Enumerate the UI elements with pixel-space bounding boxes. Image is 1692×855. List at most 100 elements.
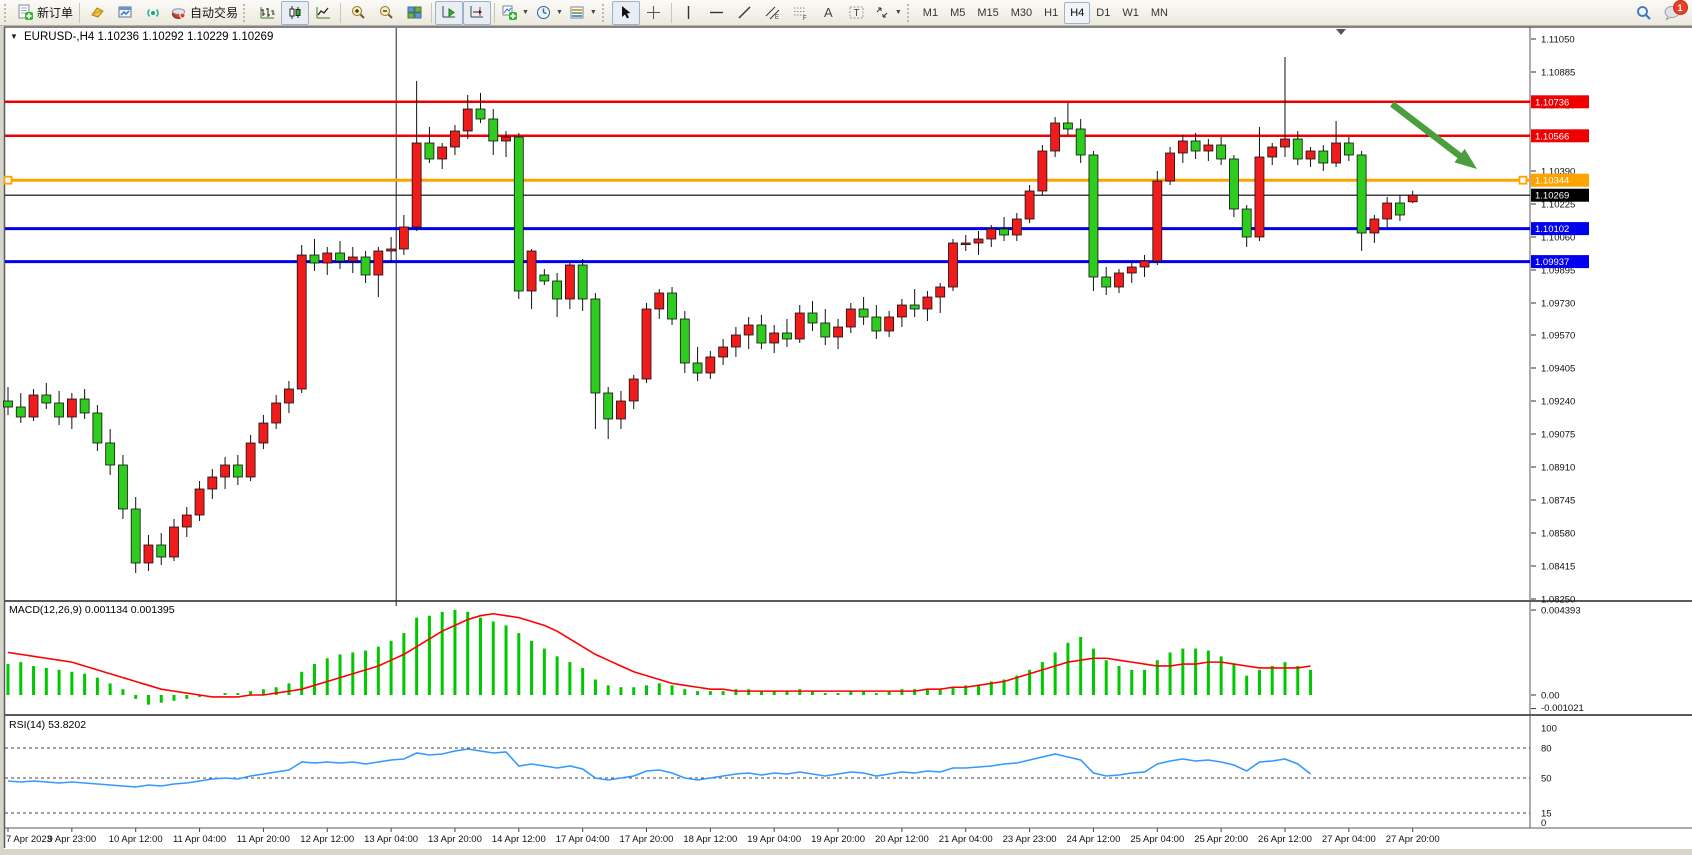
text-label-tool-button[interactable]: T [843, 1, 871, 25]
toolbar-drag-handle[interactable] [602, 4, 609, 22]
bar-chart-mode-button[interactable] [253, 1, 281, 25]
price-tick-label: 1.08250 [1541, 595, 1575, 606]
candle-body [489, 119, 498, 141]
x-axis-label: 9 Apr 23:00 [48, 834, 97, 845]
timeframe-button-m5[interactable]: M5 [944, 2, 971, 24]
toolbar-drag-handle[interactable] [907, 4, 914, 22]
equidistant-channel-tool-button[interactable]: E [759, 1, 787, 25]
candle-body [29, 395, 38, 417]
indicators-button[interactable]: ▼ [498, 1, 532, 25]
toolbar-drag-handle[interactable] [4, 4, 11, 22]
new-order-button[interactable]: 新订单 [14, 1, 76, 25]
notifications-button[interactable]: 1 [1658, 1, 1686, 25]
candle-body [897, 305, 906, 317]
candle-body [297, 255, 306, 389]
toolbar-drag-handle[interactable] [243, 4, 250, 22]
candle-body [846, 309, 855, 327]
candle-body [1089, 155, 1098, 277]
candle-body [1383, 203, 1392, 219]
candle-body [910, 305, 919, 309]
candle-body [1102, 277, 1111, 287]
search-icon [1635, 4, 1653, 22]
zoom-in-button[interactable] [344, 1, 372, 25]
search-button[interactable] [1630, 1, 1658, 25]
candle-body [502, 137, 511, 141]
trendline-tool-button[interactable] [731, 1, 759, 25]
candle-body [1217, 145, 1226, 159]
tile-windows-button[interactable] [400, 1, 428, 25]
line-chart-mode-button[interactable] [309, 1, 337, 25]
timeframe-button-w1[interactable]: W1 [1116, 2, 1145, 24]
chevron-down-icon: ▼ [590, 9, 597, 16]
candle-body [719, 347, 728, 357]
candle-body [1255, 157, 1264, 237]
candle-body [182, 515, 191, 527]
price-line-tag-label: 1.10102 [1535, 224, 1569, 235]
window-left-edge [0, 26, 4, 849]
horizontal-line-icon [708, 4, 725, 21]
timeframe-button-d1[interactable]: D1 [1090, 2, 1116, 24]
zoom-out-button[interactable] [372, 1, 400, 25]
fibonacci-tool-button[interactable]: F [787, 1, 815, 25]
candle-body [795, 313, 804, 339]
zoom-out-icon [378, 4, 395, 21]
x-axis-label: 13 Apr 04:00 [364, 834, 418, 845]
crosshair-tool-button[interactable] [640, 1, 668, 25]
vertical-line-tool-button[interactable] [675, 1, 703, 25]
text-tool-button[interactable]: A [815, 1, 843, 25]
x-axis-label: 18 Apr 12:00 [683, 834, 737, 845]
candle-body [782, 333, 791, 339]
templates-button[interactable]: ▼ [566, 1, 600, 25]
candlestick-mode-button[interactable] [281, 1, 309, 25]
cursor-tool-button[interactable] [612, 1, 640, 25]
timeframe-button-m30[interactable]: M30 [1005, 2, 1038, 24]
candle-body [1268, 147, 1277, 157]
rsi-axis-label: 80 [1541, 744, 1552, 755]
toolbar-separator [431, 3, 432, 23]
x-axis-label: 27 Apr 20:00 [1386, 834, 1440, 845]
candle-body [936, 287, 945, 297]
signals-button[interactable] [139, 1, 167, 25]
zoom-in-icon [350, 4, 367, 21]
x-axis-label: 19 Apr 04:00 [747, 834, 801, 845]
x-axis-label: 11 Apr 20:00 [237, 834, 290, 845]
periods-button[interactable]: ▼ [532, 1, 566, 25]
line-selection-anchor[interactable] [5, 177, 12, 184]
chart-shift-button[interactable] [463, 1, 491, 25]
candle-body [361, 257, 370, 275]
timeframe-button-h1[interactable]: H1 [1038, 2, 1064, 24]
auto-scroll-button[interactable] [435, 1, 463, 25]
timeframe-button-mn[interactable]: MN [1145, 2, 1174, 24]
toolbar-separator [79, 3, 80, 23]
chart-shift-icon [469, 4, 486, 21]
chart-window[interactable]: 1.110501.108851.107201.105551.103901.102… [0, 0, 1692, 855]
candle-body [527, 251, 536, 291]
x-axis-label: 27 Apr 04:00 [1322, 834, 1376, 845]
candle-body [438, 147, 447, 159]
horizontal-line-tool-button[interactable] [703, 1, 731, 25]
candle-body [540, 275, 549, 281]
timeframe-button-h4[interactable]: H4 [1064, 2, 1090, 24]
profiles-button[interactable] [83, 1, 111, 25]
bar-chart-icon [259, 4, 276, 21]
candle-body [974, 239, 983, 243]
candle-body [67, 399, 76, 417]
candle-body [1063, 123, 1072, 129]
candle-body [1012, 219, 1021, 235]
timeframe-button-m15[interactable]: M15 [971, 2, 1004, 24]
arrows-tool-button[interactable]: ▼ [871, 1, 905, 25]
candle-body [1395, 203, 1404, 215]
autotrading-button[interactable]: 自动交易 [167, 1, 241, 25]
candle-body [1153, 181, 1162, 261]
fibonacci-icon: F [792, 4, 809, 21]
market-watch-button[interactable] [111, 1, 139, 25]
timeframe-button-m1[interactable]: M1 [917, 2, 944, 24]
candle-body [157, 545, 166, 557]
rsi-axis-label: 0 [1541, 818, 1546, 829]
line-selection-anchor[interactable] [1520, 177, 1527, 184]
price-line-tag-label: 1.10344 [1535, 176, 1569, 187]
macd-axis-label: 0.00 [1541, 691, 1560, 702]
candle-body [706, 357, 715, 373]
toolbar-separator [340, 3, 341, 23]
candle-body [284, 389, 293, 403]
